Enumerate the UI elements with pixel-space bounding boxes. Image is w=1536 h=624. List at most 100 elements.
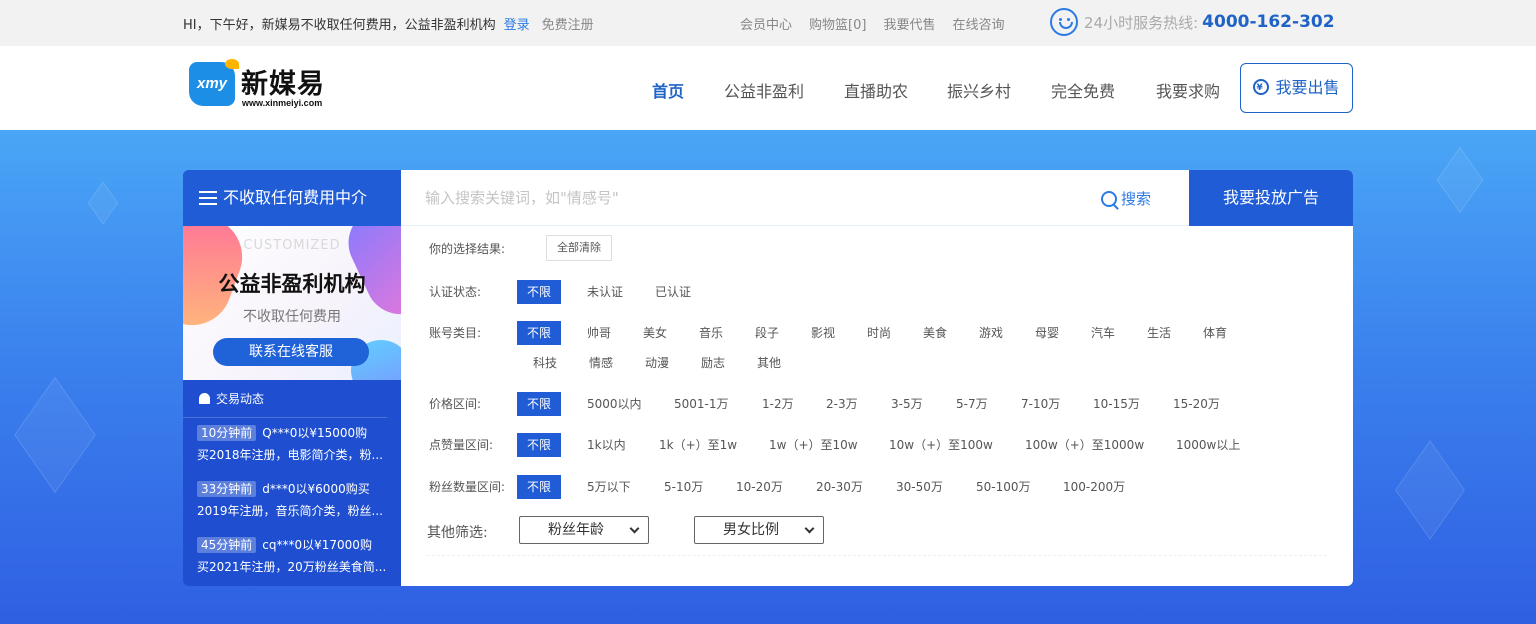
filter-option[interactable]: 情感 [579,351,623,375]
nav-free[interactable]: 完全免费 [1051,78,1115,102]
search-button[interactable]: 搜索 [1101,188,1151,209]
feed-item[interactable]: 45分钟前 cq***0以¥17000购 买2021年注册，20万粉丝美食简... [197,534,393,578]
filter-option[interactable]: 音乐 [689,321,733,345]
search-button-label: 搜索 [1121,190,1152,208]
greeting: HI，下午好，新媒易不收取任何费用，公益非盈利机构 登录 免费注册 [183,14,594,33]
search-icon [1101,191,1117,207]
filter-option[interactable]: 2-3万 [816,392,868,416]
menu-icon [199,191,217,205]
contact-service-button[interactable]: 联系在线客服 [213,338,369,366]
filter-option[interactable]: 1w（+）至10w [759,433,868,457]
online-consult-link[interactable]: 在线咨询 [952,18,1004,33]
cart-link[interactable]: 购物篮[0] [809,18,866,33]
filter-label: 价格区间: [429,397,482,411]
filter-option[interactable]: 3-5万 [881,392,933,416]
filter-option[interactable]: 动漫 [635,351,679,375]
feed-title-text: 交易动态 [216,392,265,406]
yuan-icon [1253,64,1270,112]
filter-option[interactable]: 科技 [523,351,567,375]
gender-ratio-select[interactable]: 男女比例 [694,516,824,544]
filter-option[interactable]: 5万以下 [577,475,641,499]
feed-item[interactable]: 33分钟前 d***0以¥6000购买 2019年注册，音乐简介类，粉丝... [197,478,393,522]
top-links: 会员中心 购物篮[0] 我要代售 在线咨询 [740,14,1021,33]
filter-option[interactable]: 段子 [745,321,789,345]
filter-option[interactable]: 5-10万 [654,475,713,499]
filter-option[interactable]: 不限 [517,280,562,304]
filter-option[interactable]: 不限 [517,321,562,345]
filter-option[interactable]: 10w（+）至100w [879,433,1003,457]
filter-option[interactable]: 5001-1万 [664,392,739,416]
sell-button[interactable]: 我要出售 [1240,63,1353,113]
filter-option[interactable]: 1-2万 [752,392,804,416]
clear-all-button[interactable]: 全部清除 [546,235,612,261]
filter-option[interactable]: 美女 [633,321,677,345]
filter-option[interactable]: 励志 [691,351,735,375]
filter-option[interactable]: 母婴 [1025,321,1069,345]
fan-age-select[interactable]: 粉丝年龄 [519,516,649,544]
bell-icon [199,393,210,404]
filter-option[interactable]: 10-15万 [1083,392,1150,416]
search-input[interactable] [425,184,1065,212]
feed-title: 交易动态 [183,380,387,418]
logo-url: www.xinmeiyi.com [242,98,323,108]
hotline-number: 4000-162-302 [1202,12,1335,32]
filter-option[interactable]: 游戏 [969,321,1013,345]
filter-panel: 搜索 我要投放广告 你的选择结果: 全部清除 认证状态: 不限 未认证 已认证 … [401,170,1353,586]
filter-option[interactable]: 已认证 [645,280,701,304]
site-logo[interactable]: xmy 新媒易 www.xinmeiyi.com [189,58,339,112]
filter-option[interactable]: 1000w以上 [1166,433,1250,457]
filter-option[interactable]: 20-30万 [806,475,873,499]
promo-banner: CUSTOMIZED 公益非盈利机构 不收取任何费用 联系在线客服 [183,226,401,380]
nav-want-buy[interactable]: 我要求购 [1156,78,1220,102]
filter-option[interactable]: 帅哥 [577,321,621,345]
filter-option[interactable]: 1k以内 [577,433,636,457]
register-link[interactable]: 免费注册 [542,18,594,33]
feed-text: cq***0以¥17000购 [262,538,372,552]
fan-age-value: 粉丝年龄 [548,522,604,538]
logo-name: 新媒易 [241,69,325,100]
filter-option[interactable]: 体育 [1193,321,1237,345]
decor-cube [1436,146,1484,214]
filter-option[interactable]: 15-20万 [1163,392,1230,416]
login-link[interactable]: 登录 [504,18,530,33]
banner-tag: CUSTOMIZED [243,238,341,253]
filter-option[interactable]: 30-50万 [886,475,953,499]
filter-label: 其他筛选: [427,525,488,541]
filter-option[interactable]: 不限 [517,433,562,457]
filter-option[interactable]: 生活 [1137,321,1181,345]
left-panel-header[interactable]: 不收取任何费用中介 [183,170,401,226]
hotline: 24小时服务热线: 4000-162-302 [1050,8,1335,38]
filter-option[interactable]: 影视 [801,321,845,345]
filter-option[interactable]: 1k（+）至1w [649,433,747,457]
nav-nonprofit[interactable]: 公益非盈利 [724,78,804,102]
feed-line-2: 买2021年注册，20万粉丝美食简... [197,560,387,574]
filter-option[interactable]: 10-20万 [726,475,793,499]
filter-option[interactable]: 其他 [747,351,791,375]
filter-option[interactable]: 未认证 [577,280,633,304]
member-center-link[interactable]: 会员中心 [740,18,792,33]
selection-label: 你的选择结果: [429,242,506,256]
filter-option[interactable]: 美食 [913,321,957,345]
feed-line-2: 2019年注册，音乐简介类，粉丝... [197,504,383,518]
filter-option[interactable]: 50-100万 [966,475,1041,499]
filter-option[interactable]: 汽车 [1081,321,1125,345]
feed-item[interactable]: 10分钟前 Q***0以¥15000购 买2018年注册，电影简介类，粉... [197,422,393,466]
nav-home[interactable]: 首页 [652,78,684,102]
filter-option[interactable]: 5000以内 [577,392,652,416]
advertise-button[interactable]: 我要投放广告 [1189,170,1353,226]
chevron-down-icon [804,523,815,534]
consign-link[interactable]: 我要代售 [883,18,935,33]
filter-option[interactable]: 时尚 [857,321,901,345]
filter-option[interactable]: 不限 [517,475,562,499]
filter-option[interactable]: 100-200万 [1053,475,1135,499]
filter-option[interactable]: 100w（+）至1000w [1015,433,1154,457]
nav-rural[interactable]: 振兴乡村 [947,78,1011,102]
filter-label: 账号类目: [429,326,482,340]
filter-option[interactable]: 不限 [517,392,562,416]
filter-option[interactable]: 5-7万 [946,392,998,416]
filter-option[interactable]: 7-10万 [1011,392,1070,416]
logo-mark: xmy [189,59,239,106]
main-header: xmy 新媒易 www.xinmeiyi.com 首页 公益非盈利 直播助农 振… [0,46,1536,130]
decor-cube [14,376,96,494]
nav-live-farming[interactable]: 直播助农 [844,78,908,102]
